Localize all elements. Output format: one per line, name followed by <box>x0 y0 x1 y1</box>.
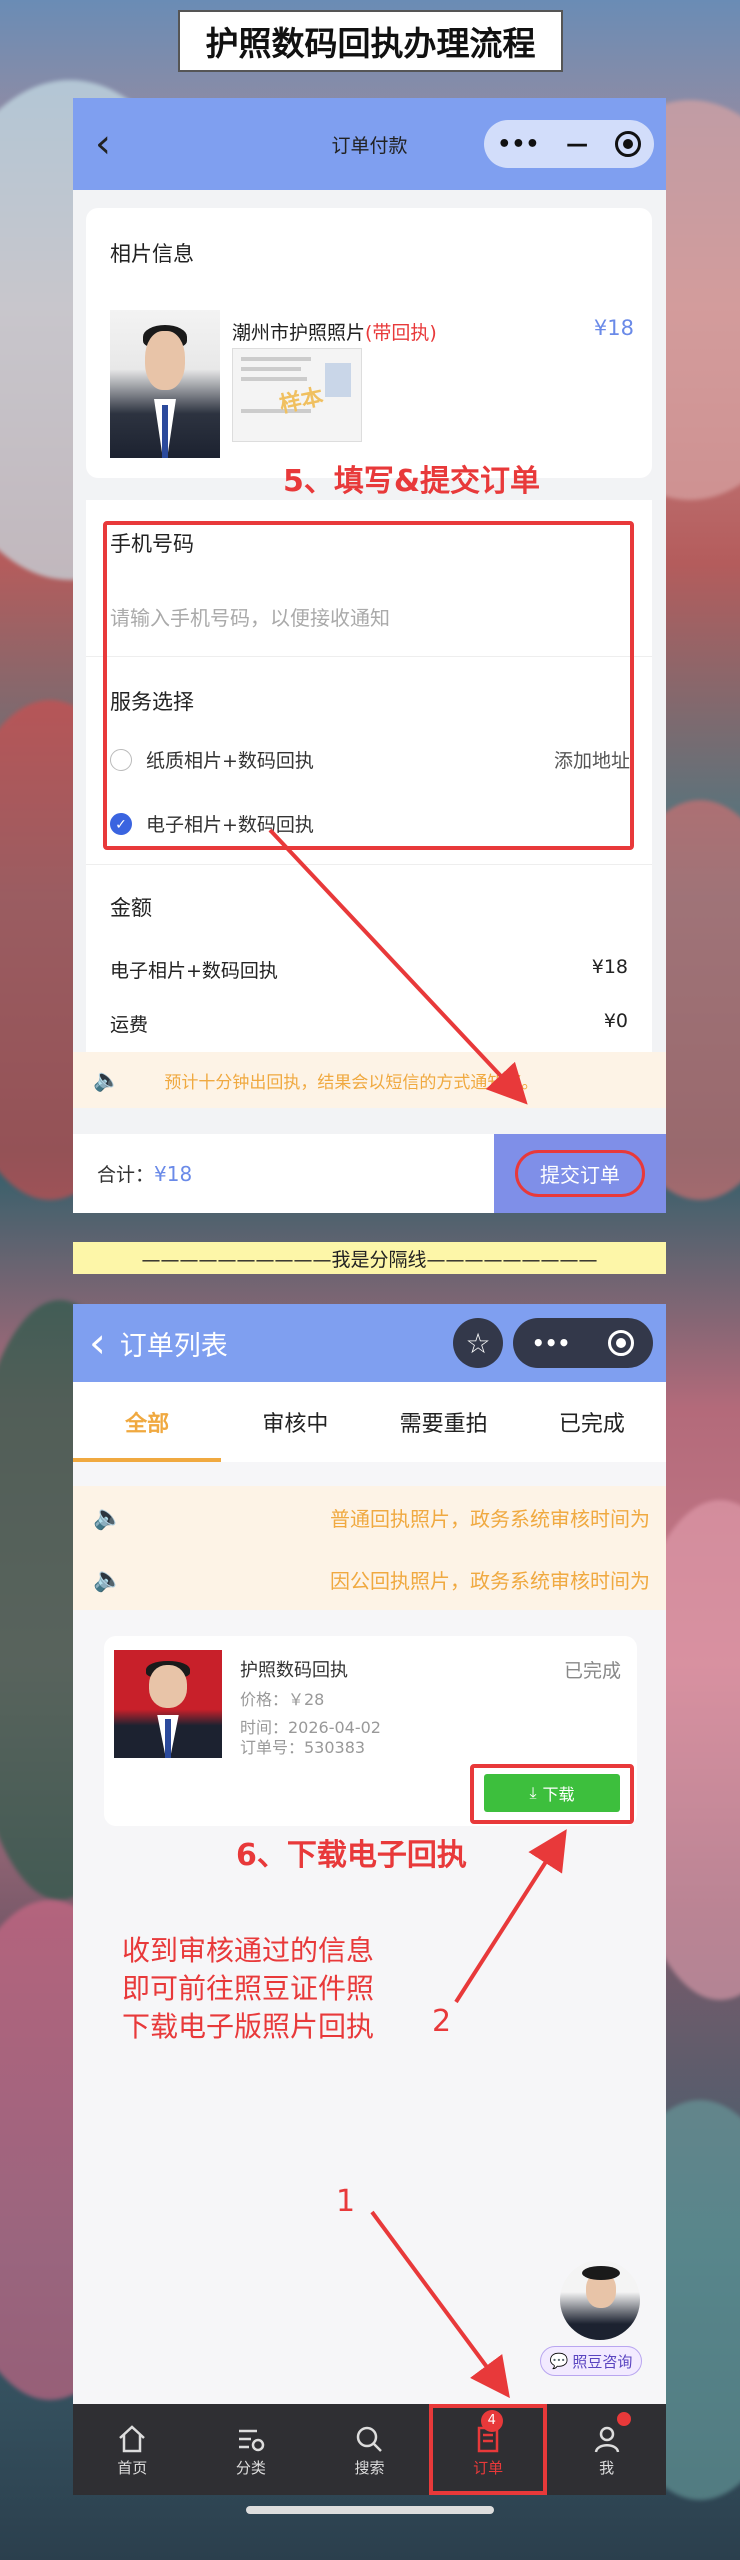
arrow-to-order-tab <box>370 2210 510 2399</box>
order-badge: 4 <box>480 2410 503 2432</box>
bottom-tabbar: 首页 分类 搜索 4 订单 我 <box>73 2404 666 2495</box>
tab-search[interactable]: 搜索 <box>310 2404 429 2495</box>
tab-label: 搜索 <box>354 2459 385 2477</box>
user-icon <box>589 2421 625 2457</box>
arrow-to-download <box>454 1829 567 2004</box>
tab-label: 订单 <box>473 2459 504 2477</box>
tab-label: 我 <box>599 2459 615 2477</box>
annotation-arrows <box>268 828 567 2399</box>
category-icon <box>233 2421 269 2457</box>
home-icon <box>114 2421 150 2457</box>
tab-label: 分类 <box>235 2459 266 2477</box>
arrow-to-submit <box>268 828 528 1105</box>
tab-category[interactable]: 分类 <box>192 2404 311 2495</box>
tab-home[interactable]: 首页 <box>73 2404 192 2495</box>
tab-me[interactable]: 我 <box>547 2404 666 2495</box>
tab-orders[interactable]: 4 订单 <box>428 2404 548 2495</box>
home-indicator <box>246 2506 494 2514</box>
tab-label: 首页 <box>117 2459 148 2477</box>
notification-dot <box>617 2412 632 2426</box>
search-icon <box>351 2421 387 2457</box>
